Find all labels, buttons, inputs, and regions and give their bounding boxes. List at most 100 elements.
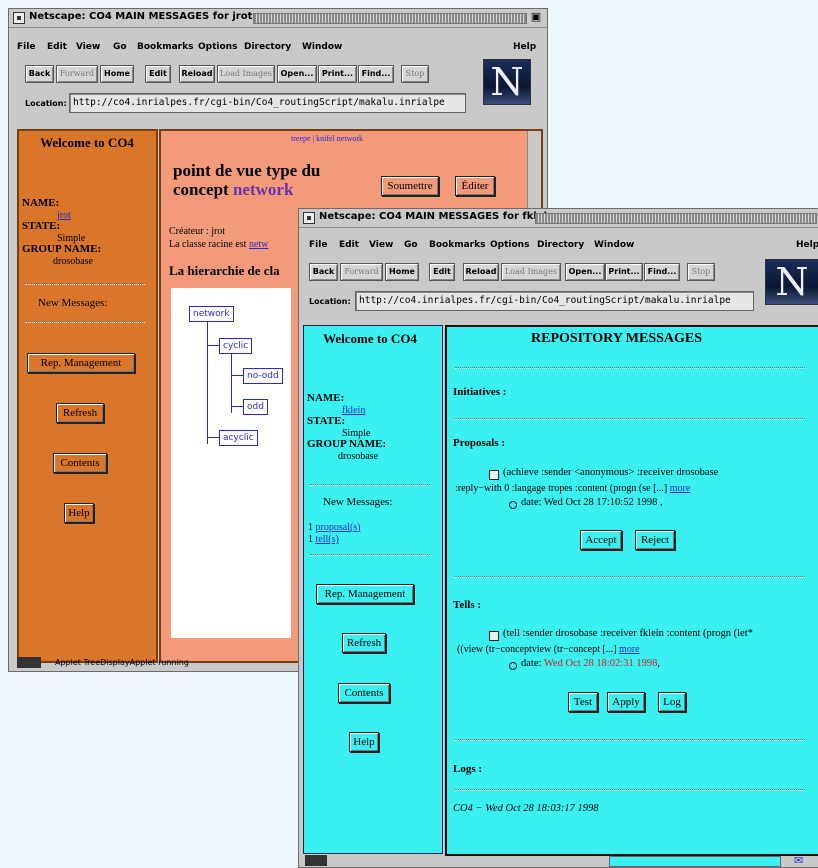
security-key-icon — [305, 855, 327, 866]
menu-directory[interactable]: Directory — [244, 42, 291, 52]
menu-bar: File Edit View Go Bookmarks Options Dire… — [299, 237, 818, 255]
open-button[interactable]: Open... — [565, 263, 605, 281]
root-class-link[interactable]: netw — [249, 239, 268, 250]
proposals-link[interactable]: proposal(s) — [316, 522, 361, 533]
tree-edge — [207, 345, 219, 346]
submit-button[interactable]: Soumettre — [381, 176, 439, 196]
refresh-button[interactable]: Refresh — [56, 403, 104, 423]
rep-management-button[interactable]: Rep. Management — [27, 353, 135, 373]
load-images-button[interactable]: Load Images — [501, 263, 561, 281]
proposal-checkbox[interactable] — [489, 470, 499, 480]
title-drag-area[interactable] — [535, 213, 817, 224]
find-button[interactable]: Find... — [358, 65, 394, 83]
test-button[interactable]: Test — [568, 692, 598, 712]
menu-edit[interactable]: Edit — [47, 42, 67, 52]
netscape-logo-icon[interactable]: N — [483, 59, 531, 105]
edit-button[interactable]: Edit — [429, 263, 455, 281]
load-images-button[interactable]: Load Images — [217, 65, 275, 83]
menu-options[interactable]: Options — [490, 240, 529, 250]
contents-button[interactable]: Contents — [53, 453, 107, 473]
edit-concept-button[interactable]: Éditer — [455, 176, 495, 196]
reject-button[interactable]: Reject — [635, 530, 675, 550]
netscape-logo-icon[interactable]: N — [765, 259, 818, 305]
menu-file[interactable]: File — [17, 42, 35, 52]
tree-applet[interactable]: network cyclic no-odd odd acyclic — [171, 288, 291, 638]
apply-button[interactable]: Apply — [607, 692, 645, 712]
reload-button[interactable]: Reload — [463, 263, 499, 281]
proposal-content: :reply−with 0 :langage tropes :content (… — [455, 483, 668, 494]
title-drag-area[interactable] — [253, 13, 527, 24]
initiatives-heading: Initiatives : — [453, 386, 507, 398]
stop-button[interactable]: Stop — [687, 263, 715, 281]
tree-node-no-odd[interactable]: no-odd — [243, 368, 283, 384]
print-button[interactable]: Print... — [318, 65, 357, 83]
proposals-heading: Proposals : — [453, 437, 506, 449]
tree-edge — [231, 406, 243, 407]
contents-button[interactable]: Contents — [338, 683, 390, 703]
help-button[interactable]: Help — [64, 503, 94, 523]
title-bar[interactable]: Netscape: CO4 MAIN MESSAGES for fklein — [299, 209, 818, 228]
accept-button[interactable]: Accept — [580, 530, 622, 550]
menu-bookmarks[interactable]: Bookmarks — [137, 42, 193, 52]
location-input[interactable]: http://co4.inrialpes.fr/cgi-bin/Co4_rout… — [69, 93, 466, 113]
mail-icon[interactable]: ✉ — [794, 854, 803, 867]
menu-view[interactable]: View — [369, 240, 393, 250]
find-button[interactable]: Find... — [644, 263, 680, 281]
log-button[interactable]: Log — [658, 692, 686, 712]
print-button[interactable]: Print... — [605, 263, 643, 281]
menu-window[interactable]: Window — [594, 240, 634, 250]
help-button[interactable]: Help — [349, 732, 379, 752]
back-button[interactable]: Back — [309, 263, 338, 281]
tell-date-label: date: — [521, 658, 542, 669]
tells-link[interactable]: tell(s) — [316, 534, 339, 545]
tell-count: 1 tell(s) — [308, 534, 339, 545]
tell-checkbox[interactable] — [489, 631, 499, 641]
window-menu-icon[interactable] — [13, 12, 25, 24]
menu-options[interactable]: Options — [198, 42, 237, 52]
page-heading-line2: concept network — [173, 180, 293, 200]
divider — [25, 283, 145, 285]
back-button[interactable]: Back — [25, 65, 54, 83]
menu-edit[interactable]: Edit — [339, 240, 359, 250]
maximize-icon[interactable]: ▣ — [530, 11, 542, 23]
proposal-more-link[interactable]: more — [670, 483, 691, 494]
menu-go[interactable]: Go — [404, 240, 418, 250]
rep-management-button[interactable]: Rep. Management — [316, 584, 414, 604]
sidebar-frame: Welcome to CO4 NAME: jrot STATE: Simple … — [17, 129, 158, 663]
forward-button[interactable]: Forward — [56, 65, 98, 83]
reload-button[interactable]: Reload — [179, 65, 215, 83]
tree-node-network[interactable]: network — [189, 306, 234, 322]
refresh-button[interactable]: Refresh — [342, 633, 386, 653]
menu-view[interactable]: View — [76, 42, 100, 52]
tree-node-cyclic[interactable]: cyclic — [219, 338, 253, 354]
menu-window[interactable]: Window — [302, 42, 342, 52]
tree-node-acyclic[interactable]: acyclic — [219, 430, 258, 446]
tree-node-odd[interactable]: odd — [243, 399, 268, 415]
log-entry: CO4 − Wed Oct 28 18:03:17 1998 — [453, 803, 599, 814]
hierarchy-title: La hierarchie de cla — [169, 263, 280, 278]
menu-help[interactable]: Help — [796, 240, 818, 250]
window-menu-icon[interactable] — [303, 212, 315, 224]
menu-file[interactable]: File — [309, 240, 327, 250]
divider — [310, 554, 430, 556]
menu-help[interactable]: Help — [513, 42, 536, 52]
edit-button[interactable]: Edit — [145, 65, 171, 83]
home-button[interactable]: Home — [100, 65, 134, 83]
menu-bookmarks[interactable]: Bookmarks — [429, 240, 485, 250]
stop-button[interactable]: Stop — [401, 65, 429, 83]
name-value-link[interactable]: fklein — [342, 405, 365, 416]
location-input[interactable]: http://co4.inrialpes.fr/cgi-bin/Co4_rout… — [355, 291, 754, 311]
divider — [310, 484, 430, 486]
divider — [455, 789, 805, 791]
menu-go[interactable]: Go — [113, 42, 127, 52]
title-bar[interactable]: Netscape: CO4 MAIN MESSAGES for jrot ▣ — [9, 9, 547, 28]
group-name-label: GROUP NAME: — [22, 243, 102, 255]
breadcrumb[interactable]: treepe | knifel network — [291, 134, 363, 143]
menu-directory[interactable]: Directory — [537, 240, 584, 250]
menu-bar: File Edit View Go Bookmarks Options Dire… — [9, 39, 547, 57]
welcome-heading: Welcome to CO4 — [40, 135, 134, 150]
home-button[interactable]: Home — [385, 263, 419, 281]
forward-button[interactable]: Forward — [340, 263, 383, 281]
tell-more-link[interactable]: more — [619, 644, 640, 655]
open-button[interactable]: Open... — [277, 65, 317, 83]
